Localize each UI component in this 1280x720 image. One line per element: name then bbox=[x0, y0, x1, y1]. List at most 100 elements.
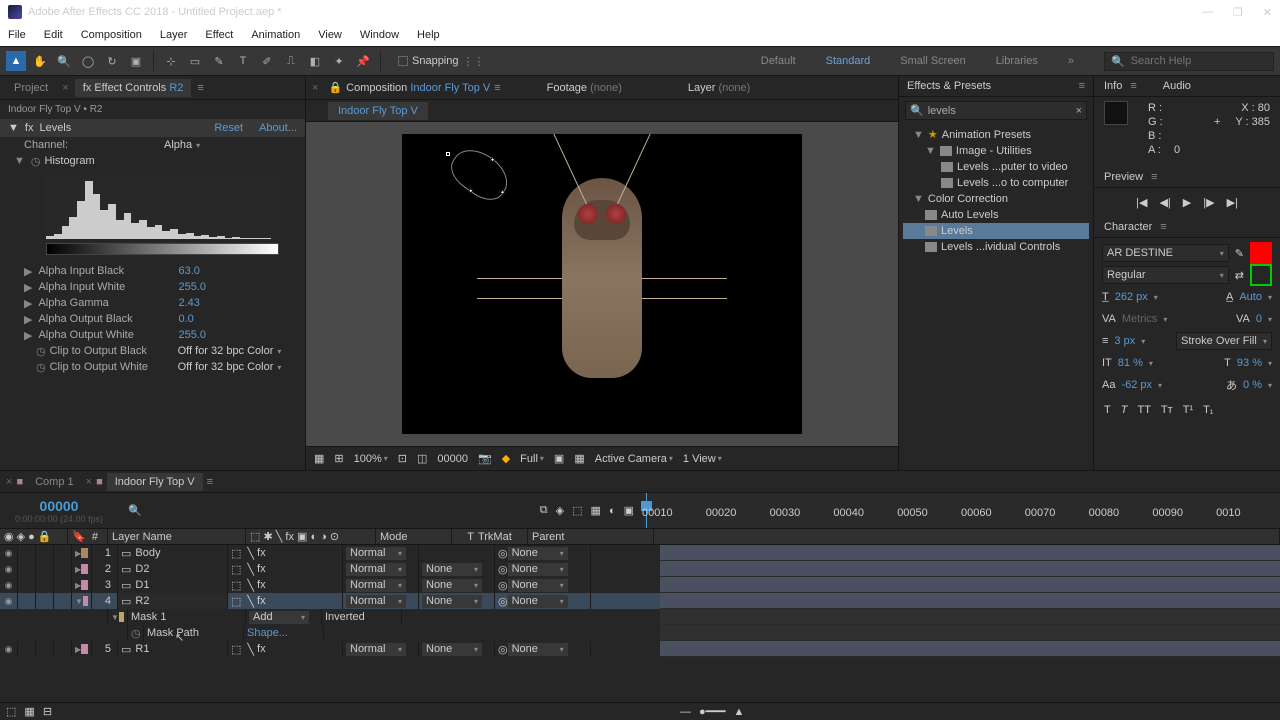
menu-layer[interactable]: Layer bbox=[160, 29, 188, 41]
rotate-tool[interactable]: ↻ bbox=[102, 51, 122, 71]
blend-mode-dropdown[interactable]: Normal▾ bbox=[346, 547, 406, 560]
mask-property-row[interactable]: ◷ Mask Path↖ Shape... bbox=[0, 625, 1280, 641]
tab-footage[interactable]: Footage (none) bbox=[547, 82, 622, 94]
mask-toggle-icon[interactable]: ◫ bbox=[417, 452, 427, 465]
menu-file[interactable]: File bbox=[8, 29, 26, 41]
kerning-value[interactable]: Metrics bbox=[1122, 313, 1157, 325]
panel-menu-icon[interactable]: ≡ bbox=[197, 82, 203, 94]
tab-comp1[interactable]: Comp 1 bbox=[27, 473, 82, 491]
bold-button[interactable]: T bbox=[1104, 404, 1111, 416]
snap-options-icon[interactable]: ⋮⋮ bbox=[463, 55, 485, 68]
fx-badge[interactable]: fx bbox=[257, 579, 266, 591]
swap-colors-icon[interactable]: ⇄ bbox=[1235, 269, 1244, 282]
tree-color-correction[interactable]: ▼Color Correction bbox=[903, 191, 1089, 207]
param-caret-icon[interactable]: ▶ bbox=[24, 329, 32, 342]
hand-tool[interactable]: ✋ bbox=[30, 51, 50, 71]
panel-menu-icon[interactable]: ≡ bbox=[494, 82, 500, 94]
blend-mode-dropdown[interactable]: Normal▾ bbox=[346, 563, 406, 576]
view-dropdown[interactable]: 1 View▾ bbox=[683, 453, 722, 465]
character-tab[interactable]: Character bbox=[1104, 221, 1152, 233]
effects-search[interactable]: 🔍 × bbox=[905, 101, 1087, 120]
parent-dropdown[interactable]: None▾ bbox=[508, 563, 568, 576]
layer-color-icon[interactable] bbox=[81, 548, 88, 558]
stopwatch-icon[interactable]: ◷ bbox=[36, 345, 46, 358]
layer-name[interactable]: D1 bbox=[135, 579, 149, 591]
current-timecode[interactable]: 00000 bbox=[40, 498, 79, 514]
tab-close-icon[interactable]: × bbox=[312, 82, 318, 94]
play-button[interactable]: ▶ bbox=[1183, 196, 1191, 209]
layer-row[interactable]: ▶ 5 ▭R1 ⬚╲fx Normal▾ None▾ ◎None▾ bbox=[0, 641, 1280, 657]
maximize-button[interactable]: ❐ bbox=[1233, 6, 1243, 19]
preview-tab[interactable]: Preview bbox=[1104, 171, 1143, 183]
hscale-value[interactable]: 93 % bbox=[1237, 357, 1262, 369]
eyedropper-icon[interactable]: ✎ bbox=[1235, 247, 1244, 260]
tsume-value[interactable]: 0 % bbox=[1243, 379, 1262, 391]
workspace-default[interactable]: Default bbox=[761, 55, 796, 67]
clip-dropdown[interactable]: Off for 32 bpc Color ▾ bbox=[178, 345, 282, 357]
tree-item[interactable]: Levels ...o to computer bbox=[903, 175, 1089, 191]
workspace-standard[interactable]: Standard bbox=[826, 55, 871, 67]
layer-row[interactable]: ▶ 1 ▭Body ⬚╲fx Normal▾ ◎None▾ bbox=[0, 545, 1280, 561]
toggle-modes-icon[interactable]: ▦ bbox=[24, 705, 34, 718]
stopwatch-icon[interactable]: ◷ bbox=[36, 361, 46, 374]
pen-tool[interactable]: ✎ bbox=[209, 51, 229, 71]
mask-expand-icon[interactable]: ▼ bbox=[111, 613, 119, 622]
tree-animation-presets[interactable]: ▼★Animation Presets bbox=[903, 126, 1089, 143]
blend-mode-dropdown[interactable]: Normal▾ bbox=[346, 579, 406, 592]
fx-badge[interactable]: fx bbox=[257, 547, 266, 559]
toggle-switches-icon[interactable]: ⬚ bbox=[6, 705, 16, 718]
panel-menu-icon[interactable]: ≡ bbox=[1130, 80, 1136, 92]
mask-row[interactable]: ▼ Mask 1 Add▾ Inverted bbox=[0, 609, 1280, 625]
visibility-toggle[interactable] bbox=[5, 579, 13, 591]
effects-search-input[interactable] bbox=[928, 105, 1072, 117]
layer-row-selected[interactable]: ▼ 4 ▭R2 ⬚╲fx Normal▾ None▾ ◎None▾ bbox=[0, 593, 1280, 609]
camera-dropdown[interactable]: Active Camera▾ bbox=[595, 453, 673, 465]
pickwhip-icon[interactable]: ◎ bbox=[498, 643, 508, 656]
visibility-toggle[interactable] bbox=[5, 643, 13, 655]
param-value[interactable]: 63.0 bbox=[178, 265, 199, 277]
parent-dropdown[interactable]: None▾ bbox=[508, 579, 568, 592]
fx-badge[interactable]: fx bbox=[257, 643, 266, 655]
tab-close-icon[interactable]: × bbox=[86, 476, 92, 488]
layer-color-icon[interactable] bbox=[81, 564, 88, 574]
subscript-button[interactable]: T₁ bbox=[1203, 404, 1213, 416]
trkmat-dropdown[interactable]: None▾ bbox=[422, 563, 482, 576]
param-caret-icon[interactable]: ▶ bbox=[24, 297, 32, 310]
tab-close-icon[interactable]: × bbox=[6, 476, 12, 488]
camera-tool[interactable]: ▣ bbox=[126, 51, 146, 71]
mask-vertex[interactable] bbox=[446, 152, 450, 156]
resolution-dropdown[interactable]: Full▾ bbox=[520, 453, 544, 465]
pickwhip-icon[interactable]: ◎ bbox=[498, 595, 508, 608]
composition-viewer[interactable] bbox=[306, 122, 898, 446]
clear-search-icon[interactable]: × bbox=[1076, 105, 1082, 117]
param-value[interactable]: 255.0 bbox=[178, 329, 206, 341]
pickwhip-icon[interactable]: ◎ bbox=[498, 547, 508, 560]
fx-badge[interactable]: fx bbox=[257, 563, 266, 575]
workspace-small[interactable]: Small Screen bbox=[900, 55, 965, 67]
first-frame-button[interactable]: |◀ bbox=[1136, 196, 1147, 209]
menu-window[interactable]: Window bbox=[360, 29, 399, 41]
channel-dropdown[interactable]: Alpha▾ bbox=[164, 139, 200, 151]
panel-menu-icon[interactable]: ≡ bbox=[207, 476, 213, 488]
layer-color-icon[interactable] bbox=[81, 580, 88, 590]
param-caret-icon[interactable]: ▶ bbox=[24, 265, 32, 278]
zoom-in-icon[interactable]: ▲ bbox=[734, 706, 745, 718]
info-tab[interactable]: Info bbox=[1104, 80, 1122, 92]
font-family-dropdown[interactable]: AR DESTINE▾ bbox=[1102, 244, 1229, 262]
tab-project[interactable]: Project bbox=[6, 79, 56, 97]
timecode-display[interactable]: 00000 bbox=[437, 453, 468, 465]
stroke-color-swatch[interactable] bbox=[1250, 264, 1272, 286]
tree-item[interactable]: Auto Levels bbox=[903, 207, 1089, 223]
mask-color-icon[interactable] bbox=[119, 612, 124, 622]
clip-dropdown[interactable]: Off for 32 bpc Color ▾ bbox=[178, 361, 282, 373]
baseline-value[interactable]: -62 px bbox=[1121, 379, 1152, 391]
tree-item-levels[interactable]: Levels bbox=[903, 223, 1089, 239]
menu-help[interactable]: Help bbox=[417, 29, 440, 41]
channel-icon[interactable]: ◆ bbox=[502, 452, 510, 465]
layer-name[interactable]: R1 bbox=[135, 643, 149, 655]
parent-dropdown[interactable]: None▾ bbox=[508, 595, 568, 608]
panel-menu-icon[interactable]: ≡ bbox=[1160, 221, 1166, 233]
italic-button[interactable]: T bbox=[1121, 404, 1128, 416]
roto-tool[interactable]: ✦ bbox=[329, 51, 349, 71]
pickwhip-icon[interactable]: ◎ bbox=[498, 563, 508, 576]
